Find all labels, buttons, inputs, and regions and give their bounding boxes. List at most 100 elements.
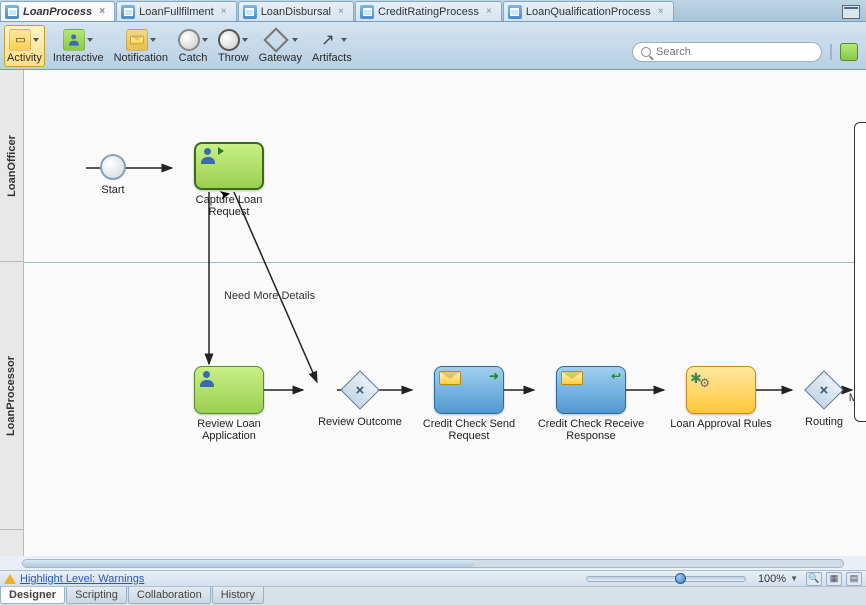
catch-icon xyxy=(178,29,200,51)
view-tab-bar: Designer Scripting Collaboration History xyxy=(0,586,866,605)
node-label: Review Outcome xyxy=(305,416,415,428)
node-loan-approval-rules[interactable]: Loan Approval Rules xyxy=(666,366,776,430)
chevron-down-icon xyxy=(202,38,208,42)
warning-icon xyxy=(4,574,16,584)
view-tab-scripting[interactable]: Scripting xyxy=(66,587,127,604)
palette-artifacts[interactable]: Artifacts xyxy=(310,26,354,66)
diagram-area: LoanOfficer LoanProcessor xyxy=(0,70,866,556)
zoom-value: 100% xyxy=(758,573,786,585)
toolbar-actions-icon[interactable] xyxy=(840,43,858,61)
tab-loanfullfilment[interactable]: LoanFullfilment × xyxy=(116,1,237,21)
user-task-icon xyxy=(199,371,215,387)
close-icon[interactable]: × xyxy=(335,6,347,18)
process-icon xyxy=(243,5,257,19)
palette-notification[interactable]: Notification xyxy=(112,26,170,66)
view-tab-history[interactable]: History xyxy=(212,587,264,604)
scrollbar-track[interactable] xyxy=(22,559,844,568)
node-label: Credit Check Send Request xyxy=(414,418,524,442)
task-box xyxy=(194,142,264,190)
exclusive-gateway-icon: × xyxy=(804,370,844,410)
palette-label: Interactive xyxy=(53,52,104,64)
node-label: Review Loan Application xyxy=(174,418,284,442)
search-icon xyxy=(641,47,651,57)
palette-catch[interactable]: Catch xyxy=(176,26,210,66)
scrollbar-thumb[interactable] xyxy=(23,560,474,567)
palette-throw[interactable]: Throw xyxy=(216,26,251,66)
palette-gateway[interactable]: Gateway xyxy=(257,26,304,66)
tab-label: LoanFullfilment xyxy=(139,6,214,18)
swimlane-headers: LoanOfficer LoanProcessor xyxy=(0,70,24,556)
receive-arrow-icon: ↩ xyxy=(611,369,621,383)
lane-loanofficer[interactable]: LoanOfficer xyxy=(0,70,23,262)
node-credit-check-send[interactable]: ➜ Credit Check Send Request xyxy=(414,366,524,442)
zoom-fit-icon[interactable]: 🔍 xyxy=(806,572,822,586)
activity-icon: ▭ xyxy=(9,29,31,51)
editor-tab-bar: LoanProcess × LoanFullfilment × LoanDisb… xyxy=(0,0,866,22)
chevron-down-icon xyxy=(87,38,93,42)
node-credit-check-receive[interactable]: ↩ Credit Check Receive Response xyxy=(536,366,646,442)
send-arrow-icon: ➜ xyxy=(489,369,499,383)
chevron-down-icon xyxy=(242,38,248,42)
node-label: Routing xyxy=(794,416,854,428)
node-capture-loan-request[interactable]: Capture Loan Request xyxy=(174,142,284,218)
palette-label: Activity xyxy=(7,52,42,64)
tab-label: LoanDisbursal xyxy=(261,6,331,18)
chevron-down-icon xyxy=(341,38,347,42)
node-review-loan-application[interactable]: Review Loan Application xyxy=(174,366,284,442)
task-box xyxy=(686,366,756,414)
tab-creditrating[interactable]: CreditRatingProcess × xyxy=(355,1,502,21)
chevron-down-icon xyxy=(150,38,156,42)
chevron-down-icon[interactable]: ▼ xyxy=(790,574,798,583)
status-bar: Highlight Level: Warnings 100% ▼ 🔍 ▦ ▤ xyxy=(0,570,866,586)
process-icon xyxy=(508,5,522,19)
user-task-icon xyxy=(200,148,216,164)
close-icon[interactable]: × xyxy=(218,6,230,18)
separator xyxy=(830,44,832,60)
tab-loanqualification[interactable]: LoanQualificationProcess × xyxy=(503,1,674,21)
grid-view-icon[interactable]: ▦ xyxy=(826,572,842,586)
horizontal-scrollbar[interactable] xyxy=(0,556,866,570)
palette-activity[interactable]: ▭ Activity xyxy=(4,25,45,67)
node-label: Start xyxy=(58,184,168,196)
task-box xyxy=(194,366,264,414)
node-routing-gateway[interactable]: × Routing xyxy=(794,376,854,428)
node-label: Loan Approval Rules xyxy=(666,418,776,430)
search-input[interactable] xyxy=(656,46,813,58)
close-icon[interactable]: × xyxy=(655,6,667,18)
close-icon[interactable]: × xyxy=(483,6,495,18)
view-tab-collaboration[interactable]: Collaboration xyxy=(128,587,211,604)
tab-loandisbursal[interactable]: LoanDisbursal × xyxy=(238,1,354,21)
task-box: ➜ xyxy=(434,366,504,414)
process-icon xyxy=(121,5,135,19)
envelope-icon xyxy=(439,371,461,385)
lane-label: LoanProcessor xyxy=(6,355,18,435)
palette-toolbar: ▭ Activity Interactive Notification Catc… xyxy=(0,22,866,70)
palette-label: Throw xyxy=(218,52,249,64)
palette-label: Notification xyxy=(114,52,168,64)
throw-icon xyxy=(218,29,240,51)
task-box: ↩ xyxy=(556,366,626,414)
process-icon xyxy=(5,5,19,19)
layout-view-icon[interactable]: ▤ xyxy=(846,572,862,586)
chevron-down-icon xyxy=(33,38,39,42)
highlight-level-link[interactable]: Highlight Level: Warnings xyxy=(20,573,144,585)
palette-interactive[interactable]: Interactive xyxy=(51,26,106,66)
zoom-slider[interactable] xyxy=(586,576,746,582)
node-label: Credit Check Receive Response xyxy=(536,418,646,442)
subprocess-partial[interactable] xyxy=(854,122,866,422)
close-icon[interactable]: × xyxy=(96,6,108,18)
node-start[interactable]: Start xyxy=(58,154,168,196)
canvas[interactable]: Start Capture Loan Request ➤ Review Loan… xyxy=(24,70,866,556)
palette-label: Artifacts xyxy=(312,52,352,64)
exclusive-gateway-icon: × xyxy=(340,370,380,410)
search-input-wrap[interactable] xyxy=(632,42,822,62)
process-icon xyxy=(360,5,374,19)
tab-label: LoanQualificationProcess xyxy=(526,6,651,18)
zoom-thumb[interactable] xyxy=(675,573,686,584)
view-tab-designer[interactable]: Designer xyxy=(0,587,65,604)
notification-icon xyxy=(126,29,148,51)
lane-loanprocessor[interactable]: LoanProcessor xyxy=(0,262,23,530)
maximize-icon[interactable] xyxy=(842,5,860,19)
node-review-outcome-gateway[interactable]: × Review Outcome xyxy=(305,376,415,428)
tab-loanprocess[interactable]: LoanProcess × xyxy=(0,1,115,21)
